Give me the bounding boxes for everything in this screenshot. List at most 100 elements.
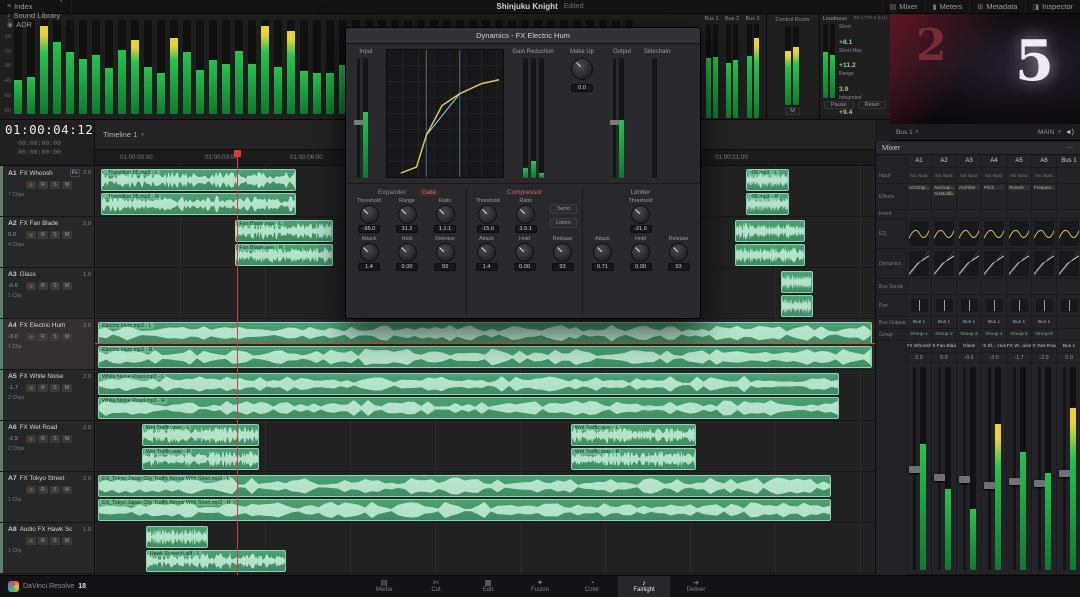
strip-pan[interactable] [1057,295,1080,317]
audio-clip[interactable]: Wet Traffic.wav - R [141,448,259,470]
strip-group[interactable]: Group 6 [1032,329,1056,341]
strip-insert[interactable] [1007,210,1031,219]
strip-input[interactable]: No Input [1007,168,1031,184]
record-arm-button[interactable] [26,537,36,545]
track-lane-a7[interactable]: ES_Tokyo Japan City Traffic Atmos With S… [95,472,875,523]
strip-pan[interactable] [1032,295,1056,317]
pan-control[interactable] [960,299,978,312]
strip-bus-sends[interactable] [932,279,956,295]
make-up-knob[interactable] [571,58,593,80]
track-s-button[interactable]: S [50,537,60,545]
track-m-button[interactable]: M [62,333,72,341]
strip-effects[interactable]: Pitch [982,184,1006,210]
gate-ratio-knob[interactable]: Ratio 1.1:1 [430,198,461,233]
strip-effects[interactable]: Frequen... [1032,184,1056,210]
strip-group[interactable]: Group 1 [907,329,931,341]
page-tab-color[interactable]: ◔ Color [566,576,618,597]
pan-control[interactable] [1010,299,1028,312]
gate-range-knob[interactable]: Range 31.2 [392,198,423,233]
effect-plugin[interactable]: AUFilter [958,185,980,190]
strip-bus-output[interactable]: Bus 1 [957,317,981,329]
loudness-pause-button[interactable]: Pause [824,101,854,109]
track-lane-a8[interactable]: Hawk Screech.aiff - L [95,523,875,574]
knob-value[interactable]: 0.00 [629,263,652,271]
record-arm-button[interactable] [26,231,36,239]
knob-value[interactable]: 0.00 [513,263,536,271]
track-m-button[interactable]: M [62,384,72,392]
record-arm-button[interactable] [26,282,36,290]
knob-dial[interactable] [359,205,379,224]
mixer-strip-a4[interactable]: A4No InputPitch Bus 1Group 4FX El... Hum-… [981,155,1006,575]
audio-clip[interactable]: -06.mp3 - R [746,193,790,215]
strip-eq[interactable] [982,219,1006,249]
strip-group[interactable]: Group 5 [1007,329,1031,341]
track-s-button[interactable]: S [50,435,60,443]
knob-dial[interactable] [631,205,650,224]
strip-bus-sends[interactable] [1057,279,1080,295]
track-header-a4[interactable]: A4 FX Electric Hum 2.0 -3.0 R S M 1 Clip [0,319,94,370]
pan-control[interactable] [910,299,928,312]
track-lane-a4[interactable]: Electric Hum.mp3 - L Electric Hum.mp3 - R [95,319,875,370]
strip-effects[interactable]: Reverb [1007,184,1031,210]
knob-dial[interactable] [477,243,496,262]
knob-dial[interactable] [669,243,688,262]
track-m-button[interactable]: M [62,181,72,189]
audio-clip[interactable]: ES_Tokyo Japan City Traffic Atmos With S… [98,499,832,521]
compressor-hold-knob[interactable]: Hold 0.00 [509,236,540,271]
input-slider[interactable] [354,58,363,178]
knob-value[interactable]: -21.0 [629,225,652,233]
compressor-listen-button[interactable]: Listen [550,217,577,228]
strip-dynamics[interactable] [1057,249,1080,279]
mixer-strip-a5[interactable]: A5 No Input Reverb Bus 1 Group 5 FX W...oise -… [1006,155,1031,575]
mixer-strip-a3[interactable]: A3 No Input AUFilter Bus 1 Group 3 Glass -0.6 [956,155,981,575]
mixer-strip-a6[interactable]: A6No InputFrequen... Bus 1Group 6FX Wet R… [1031,155,1056,575]
knob-dial[interactable] [553,243,572,262]
knob-value[interactable]: 93 [551,263,574,271]
track-header-a7[interactable]: A7 FX Tokyo Street 2.0 R S M 1 Clip [0,472,94,523]
strip-bus-sends[interactable] [1032,279,1056,295]
dynamics-window[interactable]: Dynamics - FX Electric Hum Input Gain Re… [345,27,701,319]
strip-pan[interactable] [957,295,981,317]
effect-plugin[interactable]: Pitch [983,185,1005,190]
speaker-icon[interactable]: ◄) [1065,129,1074,136]
limiter-title[interactable]: Limiter [587,189,694,196]
audio-clip[interactable] [734,220,805,242]
track-m-button[interactable]: M [62,282,72,290]
track-r-button[interactable]: R [38,486,48,494]
strip-bus-sends[interactable] [957,279,981,295]
topbar-button-index[interactable]: ≡ Index [0,2,72,11]
track-lane-a5[interactable]: White Noise Road.mp3 - L White Noise Road… [95,370,875,421]
audio-clip[interactable]: Wet Traffic.wav - R [570,448,696,470]
mixer-options-icon[interactable]: ⋯ [1066,144,1074,152]
strip-insert[interactable] [982,210,1006,219]
strip-dynamics[interactable] [932,249,956,279]
strip-insert[interactable] [932,210,956,219]
track-r-button[interactable]: R [38,537,48,545]
track-r-button[interactable]: R [38,231,48,239]
strip-eq[interactable] [932,219,956,249]
record-arm-button[interactable] [26,333,36,341]
knob-dial[interactable] [435,205,455,224]
effect-plugin[interactable]: AUMultib... [933,191,955,196]
track-header-a3[interactable]: A3 Glass 1.0 -0.6 R S M 1 Clip [0,268,94,319]
topbar-button-adr[interactable]: ◉ ADR [0,20,72,29]
monitor-output-select[interactable]: MAIN [1038,129,1054,136]
gate-attack-knob[interactable]: Attack 1.4 [354,236,385,271]
track-header-a1[interactable]: A1 FX Whoosh Fx 2.0 R S M 7 Clips [0,166,94,217]
pan-control[interactable] [1060,299,1078,312]
strip-pan[interactable] [932,295,956,317]
strip-bus-output[interactable]: Bus 1 [932,317,956,329]
knob-value[interactable]: 0.71 [591,263,614,271]
knob-value[interactable]: 0.00 [396,263,418,271]
strip-group[interactable] [1057,329,1080,341]
strip-insert[interactable] [1057,210,1080,219]
track-s-button[interactable]: S [50,231,60,239]
strip-bus-sends[interactable] [1007,279,1031,295]
track-header-a5[interactable]: A5 FX White Noise 2.0 -1.7 R S M 2 Clips [0,370,94,421]
knob-dial[interactable] [515,243,534,262]
audio-clip[interactable]: _Transition 05.mp3 - L [101,169,297,191]
strip-bus-sends[interactable] [982,279,1006,295]
track-header-a2[interactable]: A2 FX Fan Blade 2.0 0.0 R S M 4 Clips [0,217,94,268]
fader-handle[interactable] [958,475,970,483]
knob-value[interactable]: 1.1:1 [434,225,456,233]
